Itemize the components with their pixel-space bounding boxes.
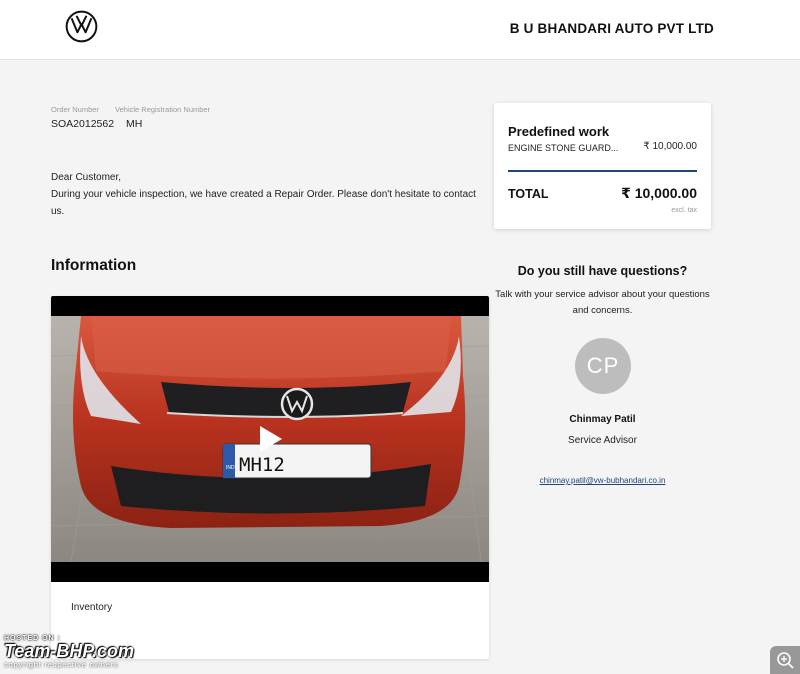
registration-label: Vehicle Registration Number xyxy=(115,105,211,114)
information-heading: Information xyxy=(51,257,137,274)
total-label: TOTAL xyxy=(508,187,549,201)
order-number-label: Order Number xyxy=(51,105,99,114)
page-header: B U BHANDARI AUTO PVT LTD xyxy=(0,0,800,60)
registration-value: MH xyxy=(125,118,143,130)
play-icon[interactable] xyxy=(260,426,282,452)
work-item-price: ₹ 10,000.00 xyxy=(643,141,697,152)
summary-divider xyxy=(508,170,697,172)
questions-text: Talk with your service advisor about you… xyxy=(495,289,710,316)
advisor-role: Service Advisor xyxy=(568,435,637,446)
zoom-in-icon xyxy=(777,652,794,669)
advisor-avatar: CP xyxy=(575,338,631,394)
customer-letter: Dear Customer, During your vehicle inspe… xyxy=(51,169,481,220)
order-number-value: SOA2012562 xyxy=(51,118,115,130)
questions-title: Do you still have questions? xyxy=(517,264,688,278)
team-bhp-watermark: HOSTED ON : Team-BHP.com copyright respe… xyxy=(4,635,194,669)
advisor-name: Chinmay Patil xyxy=(569,414,636,425)
advisor-email-link[interactable]: chinmay.patil@vw-bubhandari.co.in xyxy=(494,476,711,485)
inspection-video[interactable]: IND MH12 xyxy=(51,296,489,582)
plate-country: IND xyxy=(226,465,235,471)
letter-body: During your vehicle inspection, we have … xyxy=(51,189,476,217)
tax-note: excl. tax xyxy=(671,207,697,214)
order-meta-values: SOA2012562 MH xyxy=(51,118,151,130)
order-meta-labels: Order Number Vehicle Registration Number xyxy=(51,105,224,114)
dealer-name: B U BHANDARI AUTO PVT LTD xyxy=(509,21,714,36)
watermark-brand: Team-BHP.com xyxy=(4,641,135,661)
zoom-button[interactable] xyxy=(770,646,800,674)
inventory-media-card: IND MH12 Inventory xyxy=(51,296,489,659)
work-item-name: ENGINE STONE GUARD... xyxy=(508,143,619,153)
vw-logo-icon[interactable] xyxy=(65,10,98,43)
inventory-caption: Inventory xyxy=(71,602,113,613)
predefined-work-title: Predefined work xyxy=(508,124,610,139)
order-summary-card: Predefined work ENGINE STONE GUARD... ₹ … xyxy=(494,103,711,229)
number-plate-text: MH12 xyxy=(239,454,285,476)
letter-greeting: Dear Customer, xyxy=(51,172,122,183)
watermark-copyright: copyright respective owners xyxy=(4,660,119,669)
total-value: ₹ 10,000.00 xyxy=(621,185,697,201)
